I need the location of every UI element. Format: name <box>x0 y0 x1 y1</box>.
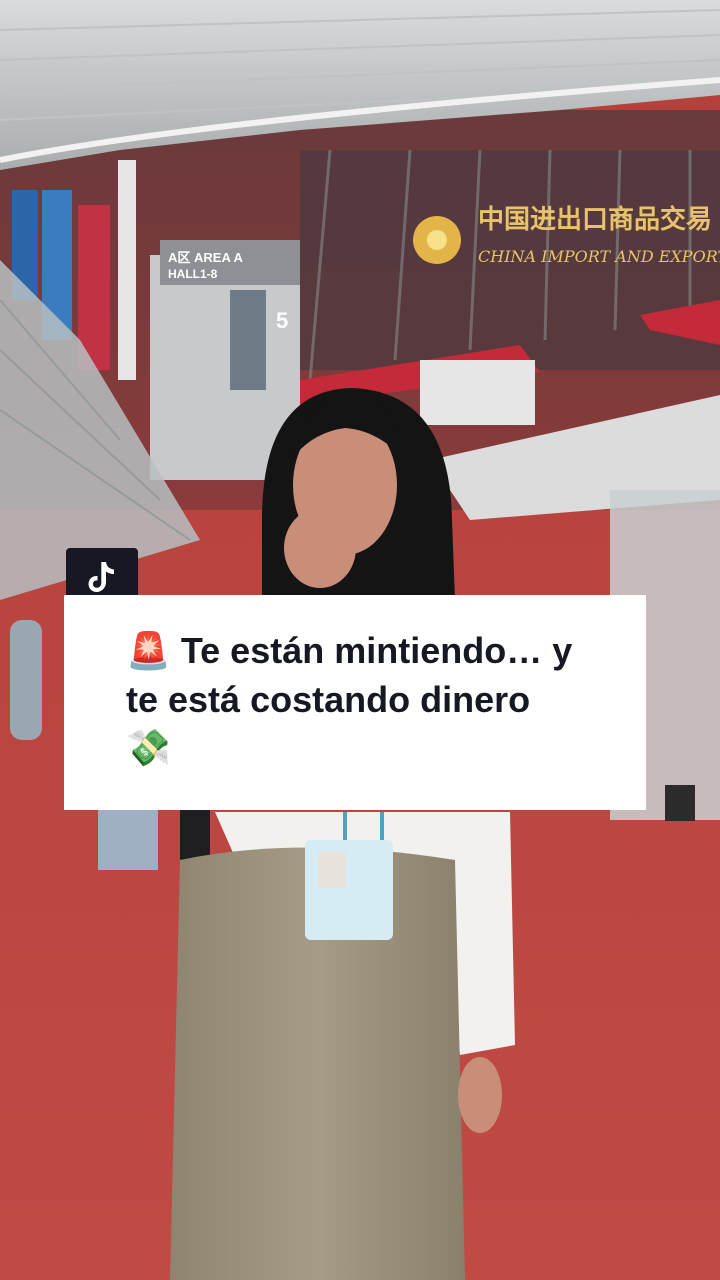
tiktok-logo-icon <box>88 562 114 592</box>
hall-number: 5 <box>276 308 288 333</box>
caption-message: Te están mintiendo… y te está costando d… <box>126 630 573 720</box>
caption-card: 🚨 Te están mintiendo… y te está costando… <box>64 595 646 810</box>
fair-name-english: CHINA IMPORT AND EXPORT F <box>478 247 720 266</box>
area-sign-line1: A区 AREA A <box>168 250 243 265</box>
fair-name-chinese: 中国进出口商品交易 <box>478 204 712 235</box>
siren-emoji: 🚨 <box>126 631 171 672</box>
caption-text: 🚨 Te están mintiendo… y te está costando… <box>126 627 606 773</box>
area-sign-line2: HALL1-8 <box>168 267 218 281</box>
fair-logo-icon <box>413 216 461 264</box>
money-wings-emoji: 💸 <box>126 728 171 769</box>
